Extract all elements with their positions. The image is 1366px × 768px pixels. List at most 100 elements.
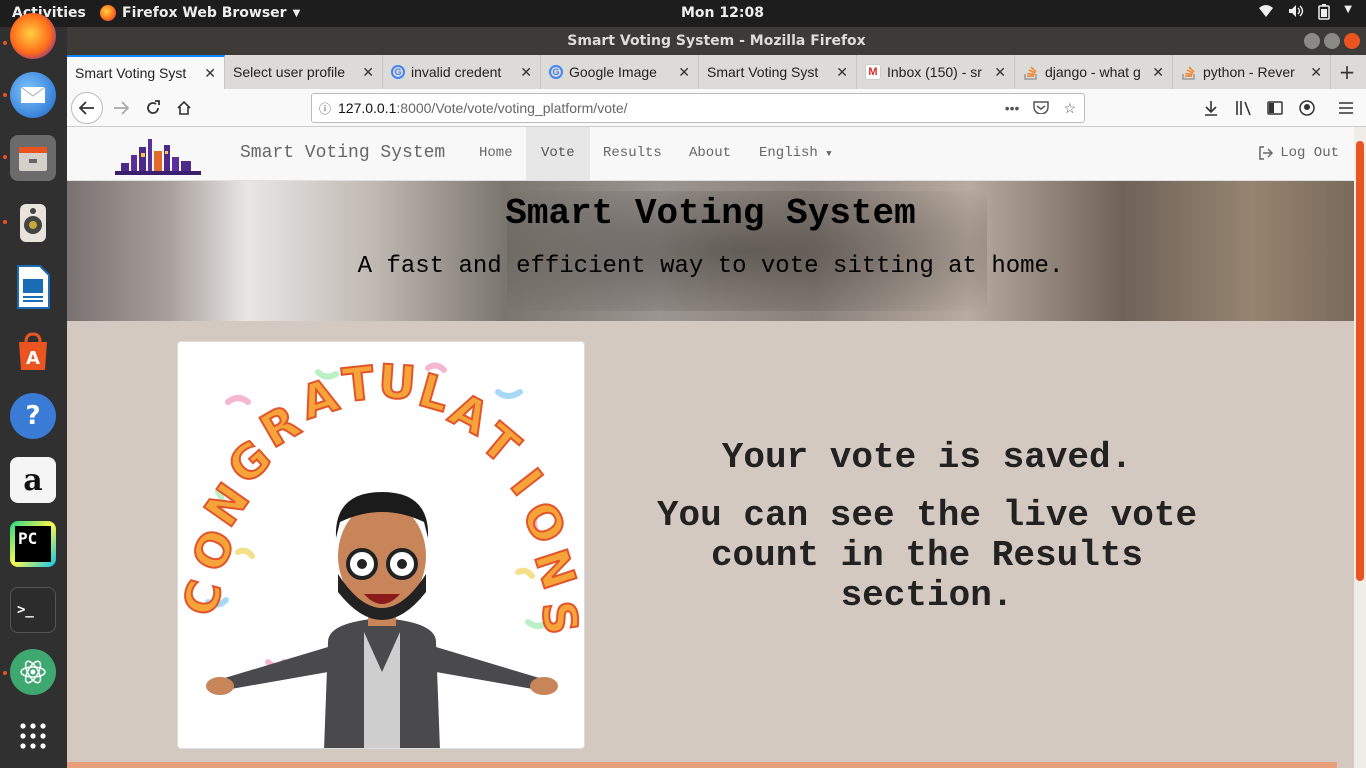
navigation-toolbar: ⓘ 127.0.0.1:8000/Vote/vote/voting_platfo… bbox=[67, 89, 1366, 127]
svg-text:A: A bbox=[26, 348, 40, 369]
account-icon bbox=[1299, 100, 1315, 116]
svg-text:A: A bbox=[294, 367, 345, 429]
running-indicator bbox=[3, 671, 7, 675]
tab-strip: Smart Voting Syst ✕ Select user profile … bbox=[67, 55, 1366, 89]
gmail-icon: M bbox=[865, 64, 881, 80]
back-button[interactable] bbox=[71, 92, 103, 124]
running-indicator bbox=[3, 41, 7, 45]
window-controls bbox=[1304, 33, 1360, 49]
gnome-top-bar: Activities Firefox Web Browser ▼ Mon 12:… bbox=[0, 0, 1366, 27]
show-apps-icon[interactable] bbox=[10, 713, 56, 759]
amazon-icon[interactable]: a bbox=[10, 457, 56, 503]
tab-python-question[interactable]: python - Rever ✕ bbox=[1173, 55, 1331, 89]
hamburger-icon bbox=[1339, 102, 1353, 114]
firefox-icon bbox=[100, 5, 116, 21]
account-button[interactable] bbox=[1293, 94, 1321, 122]
wifi-icon bbox=[1258, 4, 1274, 24]
pycharm-icon[interactable]: PC bbox=[10, 521, 56, 567]
close-icon[interactable]: ✕ bbox=[362, 64, 374, 81]
sidebar-button[interactable] bbox=[1261, 94, 1289, 122]
close-icon[interactable]: ✕ bbox=[204, 65, 216, 82]
download-icon bbox=[1205, 101, 1217, 116]
nav-about[interactable]: About bbox=[674, 127, 746, 180]
thunderbird-icon[interactable] bbox=[10, 72, 56, 118]
chevron-down-icon: ▼ bbox=[292, 7, 301, 19]
rhythmbox-icon[interactable] bbox=[10, 200, 56, 246]
reload-button[interactable] bbox=[139, 94, 167, 122]
sidebar-icon bbox=[1267, 101, 1283, 115]
tab-select-user-profile[interactable]: Select user profile ✕ bbox=[225, 55, 383, 89]
firefox-icon[interactable] bbox=[10, 13, 56, 59]
software-center-icon[interactable]: A bbox=[10, 329, 56, 375]
tab-label: django - what g bbox=[1045, 64, 1141, 80]
app-menu-label: Firefox Web Browser bbox=[122, 5, 287, 21]
battery-icon bbox=[1318, 4, 1331, 24]
vote-saved-text: Your vote is saved. bbox=[721, 437, 1133, 478]
nav-home[interactable]: Home bbox=[464, 127, 528, 180]
close-icon[interactable]: ✕ bbox=[1310, 64, 1322, 81]
close-window-button[interactable] bbox=[1344, 33, 1360, 49]
arrow-left-icon bbox=[79, 101, 94, 115]
forward-button[interactable] bbox=[107, 94, 135, 122]
urlbar-actions: ••• ☆ bbox=[1005, 100, 1084, 117]
congratulations-image: C O N G R A T U L A T I O N S bbox=[177, 341, 585, 749]
running-indicator bbox=[3, 220, 7, 224]
tab-google-image[interactable]: G Google Image ✕ bbox=[541, 55, 699, 89]
stackoverflow-icon bbox=[1023, 64, 1039, 80]
atom-icon[interactable] bbox=[10, 649, 56, 695]
clock[interactable]: Mon 12:08 bbox=[681, 5, 764, 21]
tab-django-question[interactable]: django - what g ✕ bbox=[1015, 55, 1173, 89]
close-icon[interactable]: ✕ bbox=[678, 64, 690, 81]
language-label: English bbox=[759, 145, 818, 161]
arrow-right-icon bbox=[114, 101, 129, 115]
menu-button[interactable] bbox=[1332, 94, 1360, 122]
tab-smart-voting-system[interactable]: Smart Voting Syst ✕ bbox=[67, 55, 225, 89]
congratulations-illustration: C O N G R A T U L A T I O N S bbox=[178, 353, 584, 748]
writer-icon[interactable] bbox=[10, 264, 56, 310]
maximize-button[interactable] bbox=[1324, 33, 1340, 49]
site-logo[interactable] bbox=[115, 133, 201, 177]
new-tab-button[interactable]: + bbox=[1331, 55, 1363, 89]
close-icon[interactable]: ✕ bbox=[520, 64, 532, 81]
downloads-button[interactable] bbox=[1197, 94, 1225, 122]
svg-text:T: T bbox=[340, 356, 377, 413]
terminal-icon[interactable]: >_ bbox=[10, 587, 56, 633]
files-icon[interactable] bbox=[10, 135, 56, 181]
tab-gmail-inbox[interactable]: M Inbox (150) - sr ✕ bbox=[857, 55, 1015, 89]
system-tray[interactable]: ▼ bbox=[1258, 4, 1352, 24]
tab-label: Smart Voting Syst bbox=[75, 65, 187, 81]
hero-title: Smart Voting System bbox=[505, 193, 916, 234]
tab-label: Google Image bbox=[569, 64, 657, 80]
nav-language-dropdown[interactable]: English ▼ bbox=[744, 127, 847, 180]
site-info-icon[interactable]: ⓘ bbox=[312, 100, 338, 117]
logout-label: Log Out bbox=[1280, 145, 1339, 161]
home-button[interactable] bbox=[170, 94, 198, 122]
pocket-icon[interactable] bbox=[1033, 100, 1050, 117]
close-icon[interactable]: ✕ bbox=[994, 64, 1006, 81]
svg-text:C: C bbox=[178, 575, 233, 622]
nav-vote[interactable]: Vote bbox=[526, 127, 590, 180]
logout-link[interactable]: Log Out bbox=[1258, 145, 1339, 161]
app-menu[interactable]: Firefox Web Browser ▼ bbox=[100, 5, 300, 21]
caret-down-icon: ▼ bbox=[826, 149, 832, 159]
close-icon[interactable]: ✕ bbox=[1152, 64, 1164, 81]
reload-icon bbox=[147, 100, 160, 114]
help-icon[interactable]: ? bbox=[10, 393, 56, 439]
tab-invalid-credentials[interactable]: G invalid credent ✕ bbox=[383, 55, 541, 89]
minimize-button[interactable] bbox=[1304, 33, 1320, 49]
close-icon[interactable]: ✕ bbox=[836, 64, 848, 81]
logout-icon bbox=[1259, 146, 1274, 160]
library-button[interactable] bbox=[1230, 94, 1258, 122]
google-icon: G bbox=[391, 65, 405, 79]
tab-label: Select user profile bbox=[233, 64, 346, 80]
nav-results[interactable]: Results bbox=[588, 127, 677, 180]
bookmark-star-icon[interactable]: ☆ bbox=[1063, 100, 1076, 117]
site-brand[interactable]: Smart Voting System bbox=[240, 143, 445, 163]
stackoverflow-icon bbox=[1181, 64, 1197, 80]
svg-text:O: O bbox=[511, 493, 577, 553]
tab-smart-voting-system-2[interactable]: Smart Voting Syst ✕ bbox=[699, 55, 857, 89]
address-bar[interactable]: ⓘ 127.0.0.1:8000/Vote/vote/voting_platfo… bbox=[311, 93, 1085, 123]
page-scrollbar-thumb[interactable] bbox=[1356, 141, 1364, 581]
hero-banner: Smart Voting System A fast and efficient… bbox=[67, 181, 1354, 321]
page-actions-icon[interactable]: ••• bbox=[1005, 100, 1020, 117]
